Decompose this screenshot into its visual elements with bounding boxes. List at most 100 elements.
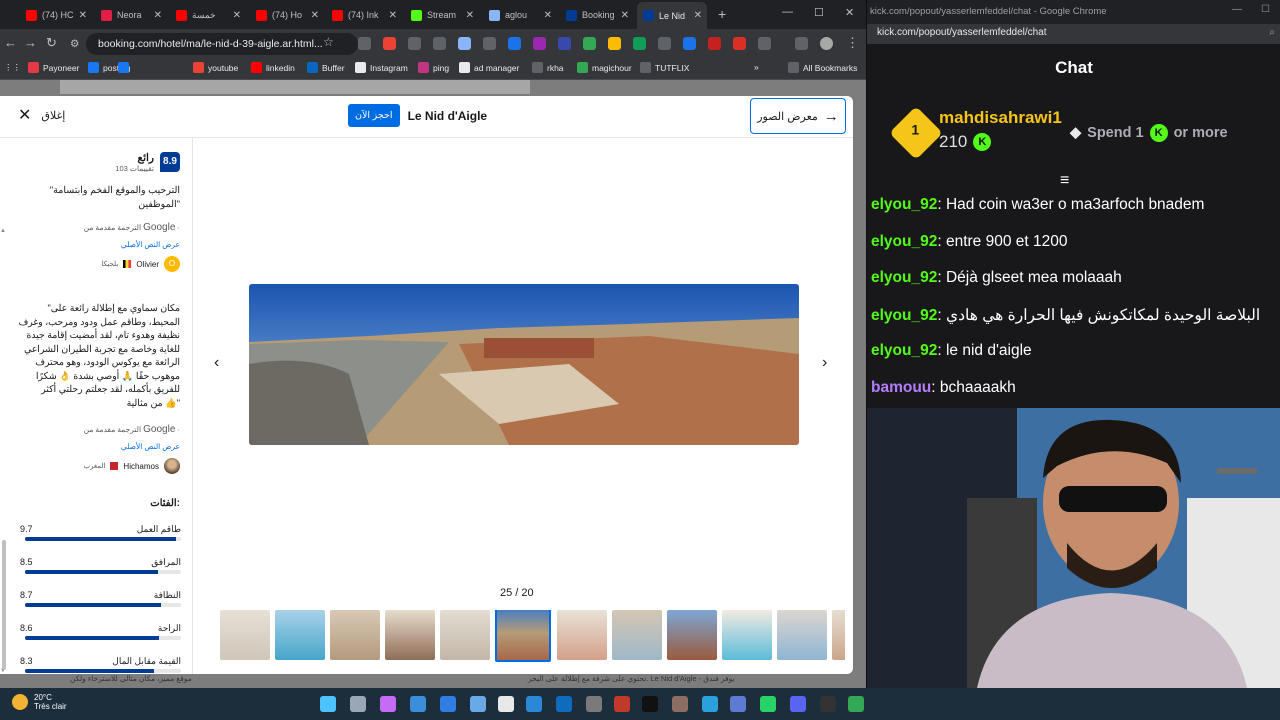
spend-prompt[interactable]: ◆ Spend 1 Kor more [1070, 124, 1228, 142]
close-window-icon[interactable]: ✕ [845, 6, 854, 19]
app-icon[interactable] [672, 696, 688, 712]
photo-thumbnail[interactable] [385, 610, 435, 660]
minimize-icon[interactable]: — [1232, 4, 1242, 15]
bookmark-item[interactable]: Payoneer [28, 62, 79, 73]
chat-url[interactable]: kick.com/popout/yasserlemfeddel/chat ⌕ [867, 24, 1280, 44]
notion-icon[interactable] [820, 696, 836, 712]
chat-username[interactable]: elyou_92 [871, 307, 937, 324]
facebook-icon[interactable] [118, 62, 129, 73]
app-icon[interactable] [526, 696, 542, 712]
app-icon[interactable] [470, 696, 486, 712]
extension-icon[interactable] [658, 37, 671, 50]
photo-thumbnail-selected[interactable] [495, 610, 551, 662]
maximize-icon[interactable]: ☐ [814, 6, 824, 19]
chat-username[interactable]: elyou_92 [871, 269, 937, 286]
more-bookmarks-icon[interactable]: » [754, 62, 759, 72]
previous-photo-arrow[interactable]: ‹ [214, 354, 219, 372]
discord-icon[interactable] [790, 696, 806, 712]
bookmark-item[interactable]: Buffer [307, 62, 345, 73]
bookmark-item[interactable]: linkedin [251, 62, 295, 73]
photo-thumbnail[interactable] [330, 610, 380, 660]
kebab-menu-icon[interactable]: ⋮ [846, 35, 859, 51]
search-icon[interactable]: ⌕ [1269, 24, 1275, 42]
book-now-button[interactable]: احجز الآن [348, 104, 400, 127]
back-icon[interactable]: ← [4, 35, 17, 50]
bookmark-item[interactable]: TUTFLIX [640, 62, 689, 73]
photo-thumbnail[interactable] [557, 610, 607, 660]
url-input[interactable]: ⚙ booking.com/hotel/ma/le-nid-d-39-aigle.… [70, 33, 358, 55]
photo-thumbnail[interactable] [722, 610, 772, 660]
reload-icon[interactable]: ↻ [46, 35, 57, 51]
tab-close-icon[interactable]: ✕ [621, 10, 629, 21]
bookmark-item[interactable]: ad manager [459, 62, 519, 73]
chat-username[interactable]: bamouu [871, 379, 931, 396]
photo-thumbnail[interactable] [667, 610, 717, 660]
extension-icon[interactable] [408, 37, 421, 50]
tab-close-icon[interactable]: ✕ [154, 10, 162, 21]
maximize-icon[interactable]: ☐ [1261, 4, 1270, 15]
extension-icon[interactable] [683, 37, 696, 50]
apps-grid-icon[interactable]: ⋮⋮ [4, 62, 21, 73]
tab-close-icon[interactable]: ✕ [694, 10, 702, 21]
new-tab-icon[interactable]: + [718, 6, 726, 22]
bookmark-item[interactable]: rkha [532, 62, 564, 73]
browser-tab[interactable]: Stream ✕ [405, 4, 479, 26]
bookmark-item[interactable]: youtube [193, 62, 238, 73]
browser-tab[interactable]: (74) HC ✕ [20, 4, 92, 26]
browser-tab[interactable]: Le Nid ✕ [637, 2, 707, 29]
app-icon[interactable] [498, 696, 514, 712]
extension-icon[interactable] [358, 37, 371, 50]
show-original-link[interactable]: عرض النص الأصلي [121, 240, 180, 249]
extension-icon[interactable] [508, 37, 521, 50]
extension-icon[interactable] [533, 37, 546, 50]
browser-tab[interactable]: Neora ✕ [95, 4, 167, 26]
weather-widget[interactable]: 20°C Très clair [12, 693, 67, 711]
chrome-icon[interactable] [848, 696, 864, 712]
app-icon[interactable] [410, 696, 426, 712]
bookmark-item[interactable]: All Bookmarks [788, 62, 857, 73]
next-photo-arrow[interactable]: › [822, 354, 827, 372]
tab-close-icon[interactable]: ✕ [466, 10, 474, 21]
extension-icon[interactable] [708, 37, 721, 50]
collapse-menu-icon[interactable]: ≡ [1060, 172, 1069, 190]
photo-thumbnail[interactable] [832, 610, 845, 660]
app-icon[interactable] [730, 696, 746, 712]
photo-thumbnail[interactable] [220, 610, 270, 660]
minimize-icon[interactable]: — [782, 6, 793, 18]
photo-thumbnail[interactable] [612, 610, 662, 660]
extension-icon[interactable] [633, 37, 646, 50]
extension-icon[interactable] [608, 37, 621, 50]
windows-start-icon[interactable] [320, 696, 336, 712]
outlook-icon[interactable] [556, 696, 572, 712]
bookmark-item[interactable]: Instagram [355, 62, 408, 73]
scrollbar-thumb[interactable] [2, 540, 6, 670]
reviews-scrollbar[interactable]: ▲ ▼ [0, 228, 9, 674]
bookmark-item[interactable]: ping [418, 62, 449, 73]
extension-icon[interactable] [458, 37, 471, 50]
task-view-icon[interactable] [350, 696, 366, 712]
tab-close-icon[interactable]: ✕ [233, 10, 241, 21]
show-original-link[interactable]: عرض النص الأصلي [121, 442, 180, 451]
app-icon[interactable] [614, 696, 630, 712]
bookmark-item[interactable] [118, 62, 129, 73]
tab-close-icon[interactable]: ✕ [311, 10, 319, 21]
photo-thumbnail[interactable] [275, 610, 325, 660]
browser-tab[interactable]: Booking ✕ [560, 4, 634, 26]
browser-tab[interactable]: (74) Ho ✕ [250, 4, 324, 26]
browser-tab[interactable]: (74) Ink ✕ [326, 4, 402, 26]
menu-list-icon[interactable] [795, 37, 808, 50]
extension-icon[interactable] [558, 37, 571, 50]
close-button[interactable]: ✕ إغلاق [18, 107, 65, 123]
profile-avatar-icon[interactable] [820, 37, 833, 50]
gallery-button[interactable]: معرض الصور → [750, 98, 846, 134]
tab-close-icon[interactable]: ✕ [79, 10, 87, 21]
telegram-icon[interactable] [702, 696, 718, 712]
extension-icon[interactable] [383, 37, 396, 50]
chat-username[interactable]: elyou_92 [871, 233, 937, 250]
bookmark-item[interactable]: magichour [577, 62, 632, 73]
whatsapp-icon[interactable] [760, 696, 776, 712]
photo-thumbnail[interactable] [440, 610, 490, 660]
forward-icon[interactable]: → [24, 35, 37, 50]
extension-icon[interactable] [433, 37, 446, 50]
copilot-icon[interactable] [380, 696, 396, 712]
